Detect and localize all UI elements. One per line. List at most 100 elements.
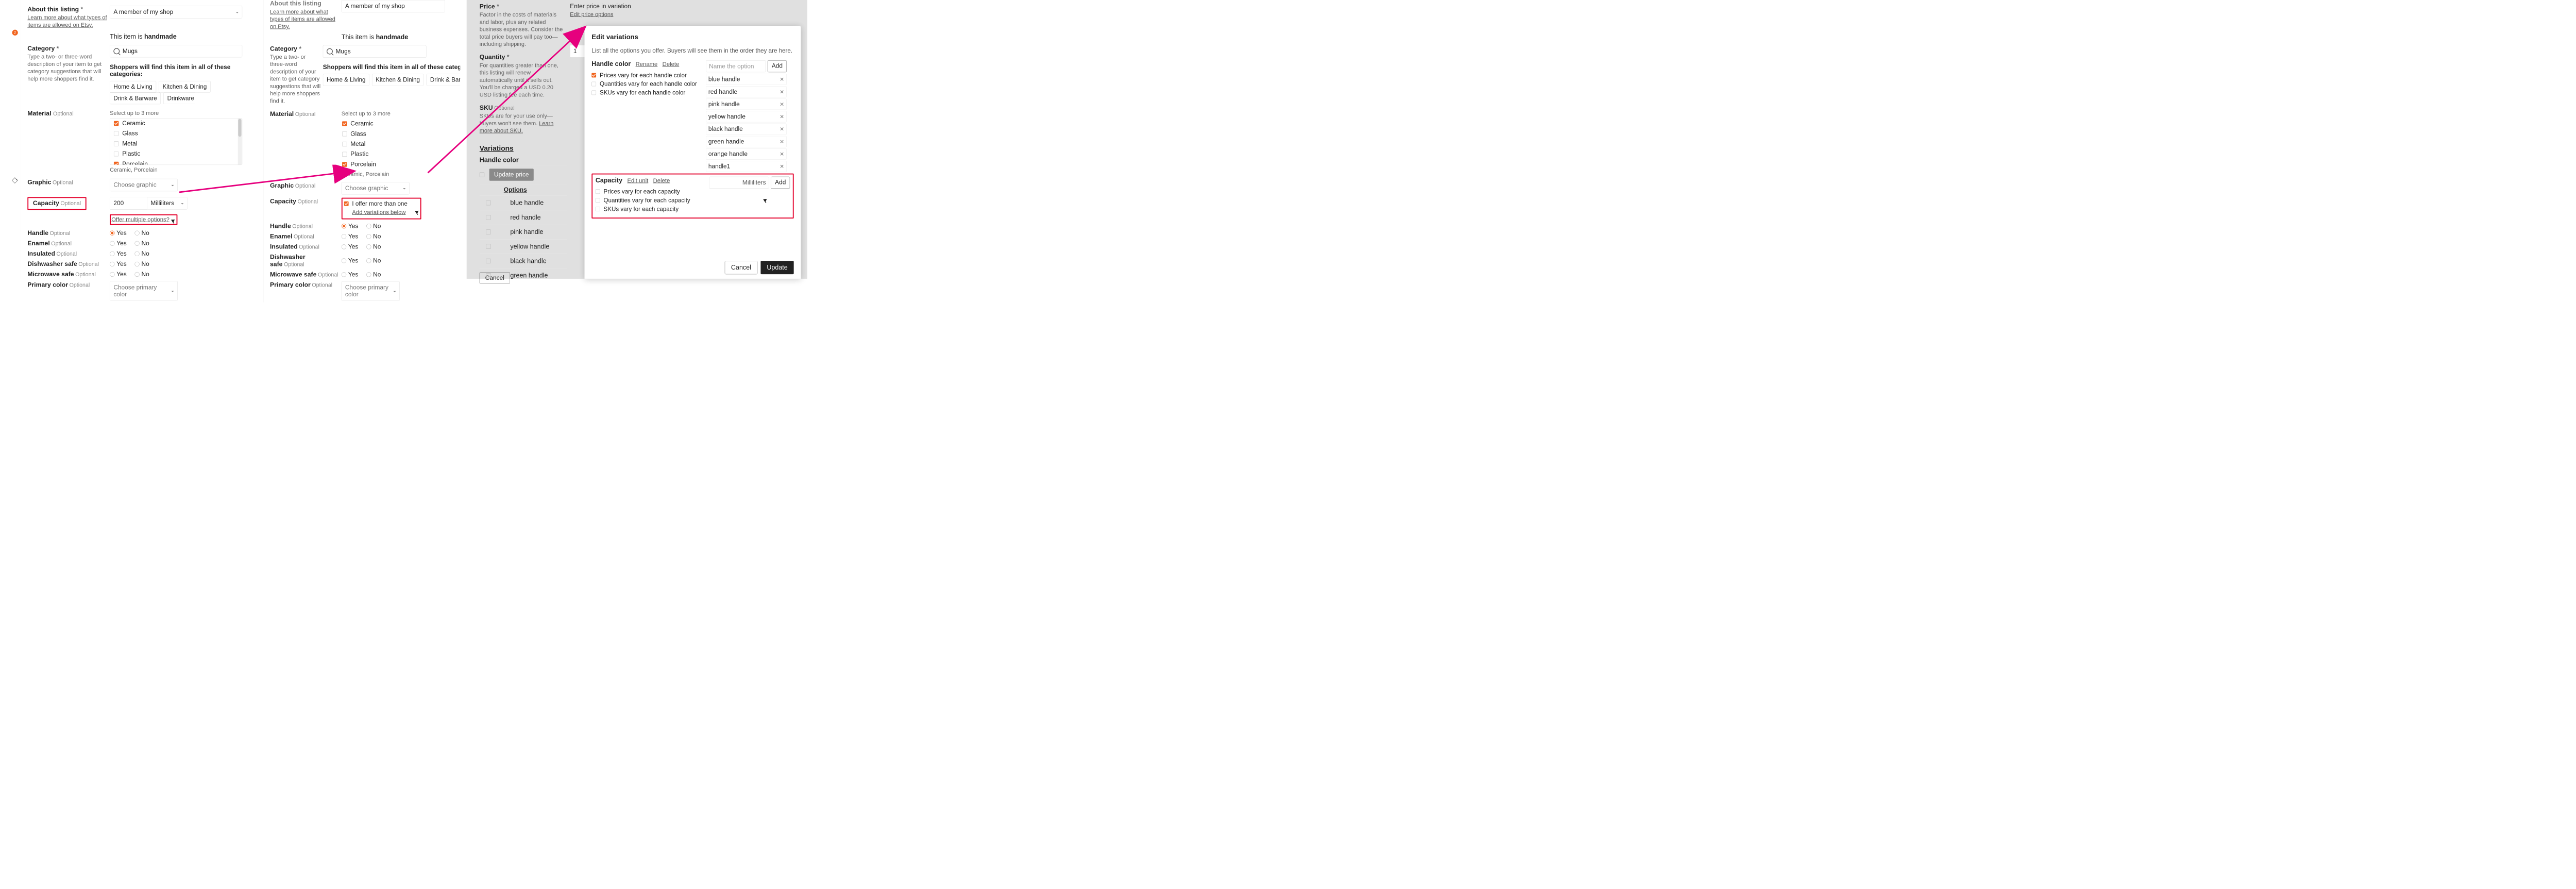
about-listing-help-link[interactable]: Learn more about what types of items are…	[270, 8, 340, 30]
edit-unit-link[interactable]: Edit unit	[627, 177, 648, 183]
category-pill[interactable]: Drink & Barware	[427, 74, 461, 86]
add-variations-link[interactable]: Add variations below	[352, 209, 405, 215]
category-pill[interactable]: Kitchen & Dining	[372, 74, 423, 86]
category-pill[interactable]: Home & Living	[110, 81, 156, 93]
insulated-no[interactable]: No	[366, 243, 381, 250]
material-listbox[interactable]: Ceramic Glass Metal Plastic Porcelain	[110, 118, 242, 165]
option-chip[interactable]: orange handle✕	[706, 148, 787, 160]
material-option[interactable]: Plastic	[342, 149, 460, 159]
cancel-button[interactable]: Cancel	[480, 272, 510, 284]
handle-no[interactable]: No	[366, 223, 381, 229]
who-made-select[interactable]: A member of my shop	[342, 0, 445, 12]
primary-color-select[interactable]: Choose primary color	[110, 281, 178, 301]
checkbox-icon[interactable]	[114, 141, 118, 146]
edit-price-options-link[interactable]: Edit price options	[570, 11, 631, 18]
handle-no[interactable]: No	[134, 229, 149, 236]
category-pill[interactable]: Kitchen & Dining	[159, 81, 210, 93]
row-checkbox[interactable]	[486, 200, 490, 205]
option-chip[interactable]: handle1✕	[706, 161, 787, 172]
row-checkbox[interactable]	[486, 229, 490, 234]
option-row[interactable]: pink handle	[480, 225, 567, 239]
remove-icon[interactable]: ✕	[779, 113, 784, 120]
graphic-select[interactable]: Choose graphic	[110, 179, 178, 191]
option-chip[interactable]: yellow handle✕	[706, 111, 787, 123]
option-row[interactable]: red handle	[480, 210, 567, 225]
select-all-checkbox[interactable]	[480, 172, 484, 177]
material-option[interactable]: Porcelain	[342, 159, 460, 170]
option-chip[interactable]: pink handle✕	[706, 98, 787, 110]
handle-yes[interactable]: Yes	[342, 223, 359, 229]
dishwasher-yes[interactable]: Yes	[110, 261, 127, 267]
capacity-value-input[interactable]: 200	[110, 197, 147, 209]
remove-icon[interactable]: ✕	[779, 126, 784, 132]
option-chip[interactable]: blue handle✕	[706, 74, 787, 85]
modal-update-button[interactable]: Update	[760, 261, 793, 274]
pencil-icon[interactable]	[13, 178, 17, 183]
material-option[interactable]: Metal	[110, 139, 242, 149]
primary-color-select[interactable]: Choose primary color	[342, 281, 400, 301]
checkbox-icon[interactable]	[342, 131, 347, 136]
microwave-yes[interactable]: Yes	[342, 271, 359, 278]
microwave-yes[interactable]: Yes	[110, 271, 127, 278]
option-row[interactable]: black handle	[480, 254, 567, 268]
prices-vary-cap-checkbox[interactable]	[596, 189, 600, 194]
remove-icon[interactable]: ✕	[779, 163, 784, 170]
remove-icon[interactable]: ✕	[779, 76, 784, 83]
checkbox-icon[interactable]	[114, 121, 118, 126]
insulated-no[interactable]: No	[134, 250, 149, 257]
prices-vary-checkbox[interactable]	[591, 73, 596, 78]
insulated-yes[interactable]: Yes	[110, 250, 127, 257]
modal-cancel-button[interactable]: Cancel	[725, 261, 757, 274]
who-made-select[interactable]: A member of my shop	[110, 6, 242, 18]
category-search-input[interactable]: Mugs	[110, 45, 242, 57]
row-checkbox[interactable]	[486, 259, 490, 263]
capacity-unit-select[interactable]: Milliliters	[147, 197, 187, 209]
enamel-no[interactable]: No	[134, 240, 149, 247]
material-option[interactable]: Ceramic	[110, 118, 242, 128]
checkbox-icon[interactable]	[342, 162, 347, 166]
category-search-input[interactable]: Mugs	[323, 45, 427, 58]
option-chip[interactable]: black handle✕	[706, 124, 787, 135]
checkbox-icon[interactable]	[114, 162, 118, 165]
quantities-vary-cap-checkbox[interactable]	[596, 198, 600, 203]
microwave-no[interactable]: No	[134, 271, 149, 278]
about-listing-help-link[interactable]: Learn more about what types of items are…	[27, 14, 108, 29]
enamel-no[interactable]: No	[366, 233, 381, 240]
handle-yes[interactable]: Yes	[110, 229, 127, 236]
material-option[interactable]: Ceramic	[342, 119, 460, 129]
checkbox-icon[interactable]	[342, 152, 347, 156]
skus-vary-checkbox[interactable]	[591, 91, 596, 95]
material-option[interactable]: Plastic	[110, 149, 242, 159]
scrollbar[interactable]	[238, 119, 242, 165]
checkbox-icon[interactable]	[342, 121, 347, 126]
category-pill[interactable]: Drink & Barware	[110, 93, 161, 105]
graphic-select[interactable]: Choose graphic	[342, 182, 410, 194]
checkbox-icon[interactable]	[342, 142, 347, 146]
dishwasher-no[interactable]: No	[366, 257, 381, 264]
row-checkbox[interactable]	[486, 244, 490, 249]
material-option[interactable]: Glass	[342, 129, 460, 139]
option-row[interactable]: yellow handle	[480, 239, 567, 254]
delete-capacity-link[interactable]: Delete	[653, 177, 670, 183]
dishwasher-no[interactable]: No	[134, 261, 149, 267]
checkbox-icon[interactable]	[114, 152, 118, 156]
enamel-yes[interactable]: Yes	[110, 240, 127, 247]
dishwasher-yes[interactable]: Yes	[342, 257, 359, 264]
skus-vary-cap-checkbox[interactable]	[596, 207, 600, 211]
rename-link[interactable]: Rename	[636, 61, 658, 68]
microwave-no[interactable]: No	[366, 271, 381, 278]
option-chip[interactable]: green handle✕	[706, 136, 787, 147]
option-chip[interactable]: red handle✕	[706, 86, 787, 97]
material-option[interactable]: Glass	[110, 128, 242, 139]
remove-icon[interactable]: ✕	[779, 89, 784, 95]
material-option[interactable]: Porcelain	[110, 159, 242, 165]
sidebar-badge[interactable]: 2	[12, 30, 18, 36]
quantities-vary-checkbox[interactable]	[591, 82, 596, 87]
add-capacity-button[interactable]: Add	[771, 177, 790, 189]
checkbox-icon[interactable]	[114, 131, 118, 136]
category-pill[interactable]: Drinkware	[163, 93, 195, 105]
delete-link[interactable]: Delete	[663, 61, 680, 68]
add-option-button[interactable]: Add	[768, 60, 787, 72]
option-name-input[interactable]: Name the option	[706, 60, 766, 72]
remove-icon[interactable]: ✕	[779, 151, 784, 158]
